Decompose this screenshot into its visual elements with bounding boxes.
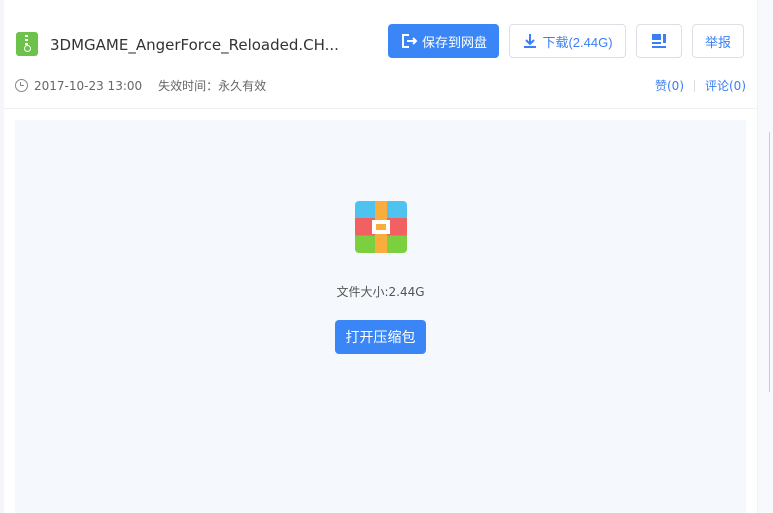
archive-icon [355,201,407,253]
social-links: 赞(0) 评论(0) [655,77,746,94]
qrcode-icon [652,34,666,48]
file-size: 文件大小:2.44G [336,285,425,299]
right-sidebar-edge [757,0,773,513]
preview-area: 文件大小:2.44G 打开压缩包 [15,120,746,513]
share-page: 3DMGAME_AngerForce_Reloaded.CH... 保存到网盘 … [4,0,757,513]
download-icon [524,34,537,48]
save-to-cloud-button[interactable]: 保存到网盘 [388,24,499,58]
divider [694,79,695,92]
save-label: 保存到网盘 [421,34,487,50]
like-link[interactable]: 赞(0) [655,77,684,94]
download-label: 下载(2.44G) [542,34,613,50]
save-icon [401,34,418,48]
expiry-text: 失效时间：永久有效 [158,79,267,93]
qrcode-button[interactable] [636,24,682,58]
download-button[interactable]: 下载(2.44G) [509,24,626,58]
clock-icon [15,79,28,92]
file-meta: 2017-10-23 13:00 失效时间：永久有效 [15,77,266,94]
open-archive-button[interactable]: 打开压缩包 [335,320,426,354]
file-name: 3DMGAME_AngerForce_Reloaded.CH... [50,36,339,54]
comment-link[interactable]: 评论(0) [705,77,746,94]
divider [4,108,757,109]
report-button[interactable]: 举报 [692,24,744,58]
upload-date: 2017-10-23 13:00 [34,78,143,93]
report-label: 举报 [704,34,731,50]
zip-file-icon [16,32,38,56]
